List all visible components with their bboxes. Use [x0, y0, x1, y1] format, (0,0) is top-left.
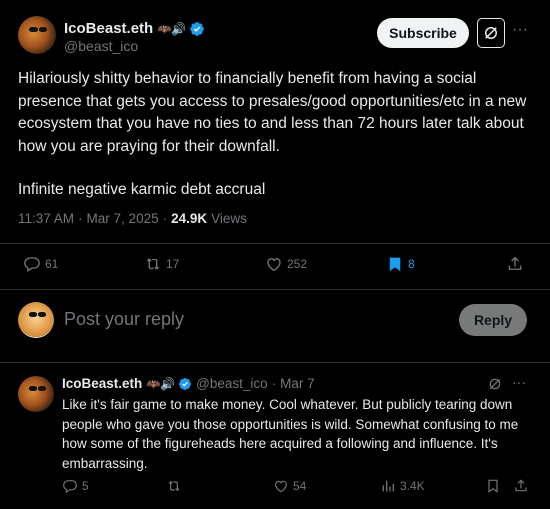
repost-icon: [168, 480, 180, 492]
share-action[interactable]: [513, 478, 529, 494]
views-label: Views: [211, 211, 247, 226]
post-date[interactable]: Mar 7, 2025: [87, 211, 159, 226]
author-avatar[interactable]: [18, 16, 56, 54]
heart-icon: [275, 480, 287, 493]
reply-composer: Post your reply Reply: [18, 300, 530, 340]
post-body: Hilariously shitty behavior to financial…: [18, 68, 530, 202]
reply-count: 5: [82, 479, 89, 493]
reply-count: 61: [45, 257, 59, 271]
meta-separator: ·: [271, 376, 277, 391]
share-icon: [515, 479, 527, 492]
repost-icon: [146, 258, 160, 270]
divider: [0, 289, 550, 290]
like-action[interactable]: 54: [273, 478, 306, 494]
author-display-name[interactable]: IcoBeast.eth: [64, 20, 153, 37]
share-icon: [508, 256, 522, 270]
reply-date[interactable]: Mar 7: [280, 376, 315, 391]
grok-icon: [485, 27, 497, 39]
more-options-icon[interactable]: ···: [511, 22, 529, 42]
author-handle[interactable]: @beast_ico: [64, 38, 138, 54]
repost-action[interactable]: [166, 478, 182, 494]
meta-separator: ·: [78, 211, 83, 226]
reply-author-handle[interactable]: @beast_ico: [196, 376, 268, 391]
more-options-icon[interactable]: ···: [512, 374, 526, 390]
post-time[interactable]: 11:37 AM: [18, 211, 74, 226]
reply-action[interactable]: 61: [23, 255, 58, 273]
divider: [0, 243, 550, 244]
reply-input[interactable]: Post your reply: [64, 309, 184, 330]
grok-button[interactable]: [477, 18, 505, 48]
reply-action[interactable]: 5: [62, 478, 89, 494]
reply-action-bar: 5 54 3.4K: [0, 478, 550, 498]
action-bar: 61 17 252 8: [0, 255, 550, 277]
like-action[interactable]: 252: [265, 255, 307, 273]
post-paragraph: Hilariously shitty behavior to financial…: [18, 70, 527, 155]
bookmark-filled-icon: [389, 257, 401, 272]
like-count: 252: [287, 257, 308, 271]
reply-text: Like it's fair game to make money. Cool …: [62, 397, 519, 471]
share-action[interactable]: [506, 255, 524, 273]
current-user-avatar[interactable]: [18, 302, 54, 338]
name-emojis: 🦇🔊: [157, 21, 186, 36]
views-chart-icon: [382, 480, 394, 492]
grok-icon[interactable]: [488, 377, 502, 391]
bookmark-count: 8: [408, 257, 415, 271]
reply-author-avatar[interactable]: [18, 376, 54, 412]
bookmark-action[interactable]: 8: [386, 255, 415, 273]
reply-icon: [63, 480, 77, 494]
reply-author-row: IcoBeast.eth 🦇🔊 @beast_ico · Mar 7: [62, 376, 315, 391]
reply-author-name[interactable]: IcoBeast.eth: [62, 376, 142, 391]
reply-button[interactable]: Reply: [459, 304, 527, 336]
repost-count: 17: [166, 257, 180, 271]
post-meta: 11:37 AM · Mar 7, 2025 · 24.9K Views: [18, 211, 247, 226]
views-action[interactable]: 3.4K: [380, 478, 425, 494]
divider: [0, 362, 550, 363]
subscribe-button[interactable]: Subscribe: [377, 18, 469, 48]
bookmark-icon: [488, 479, 498, 493]
bookmark-action[interactable]: [485, 478, 501, 494]
meta-separator: ·: [162, 211, 168, 226]
views-count: 3.4K: [400, 479, 425, 493]
verified-badge-icon: [190, 21, 204, 36]
views-count: 24.9K: [171, 211, 208, 226]
reply-icon: [24, 257, 40, 272]
verified-badge-icon: [179, 377, 192, 390]
heart-icon: [267, 258, 281, 272]
post-paragraph: Infinite negative karmic debt accrual: [18, 181, 266, 198]
like-count: 54: [293, 479, 307, 493]
name-emojis: 🦇🔊: [146, 376, 175, 391]
author-name-row: IcoBeast.eth 🦇🔊: [64, 20, 205, 37]
repost-action[interactable]: 17: [144, 255, 179, 273]
